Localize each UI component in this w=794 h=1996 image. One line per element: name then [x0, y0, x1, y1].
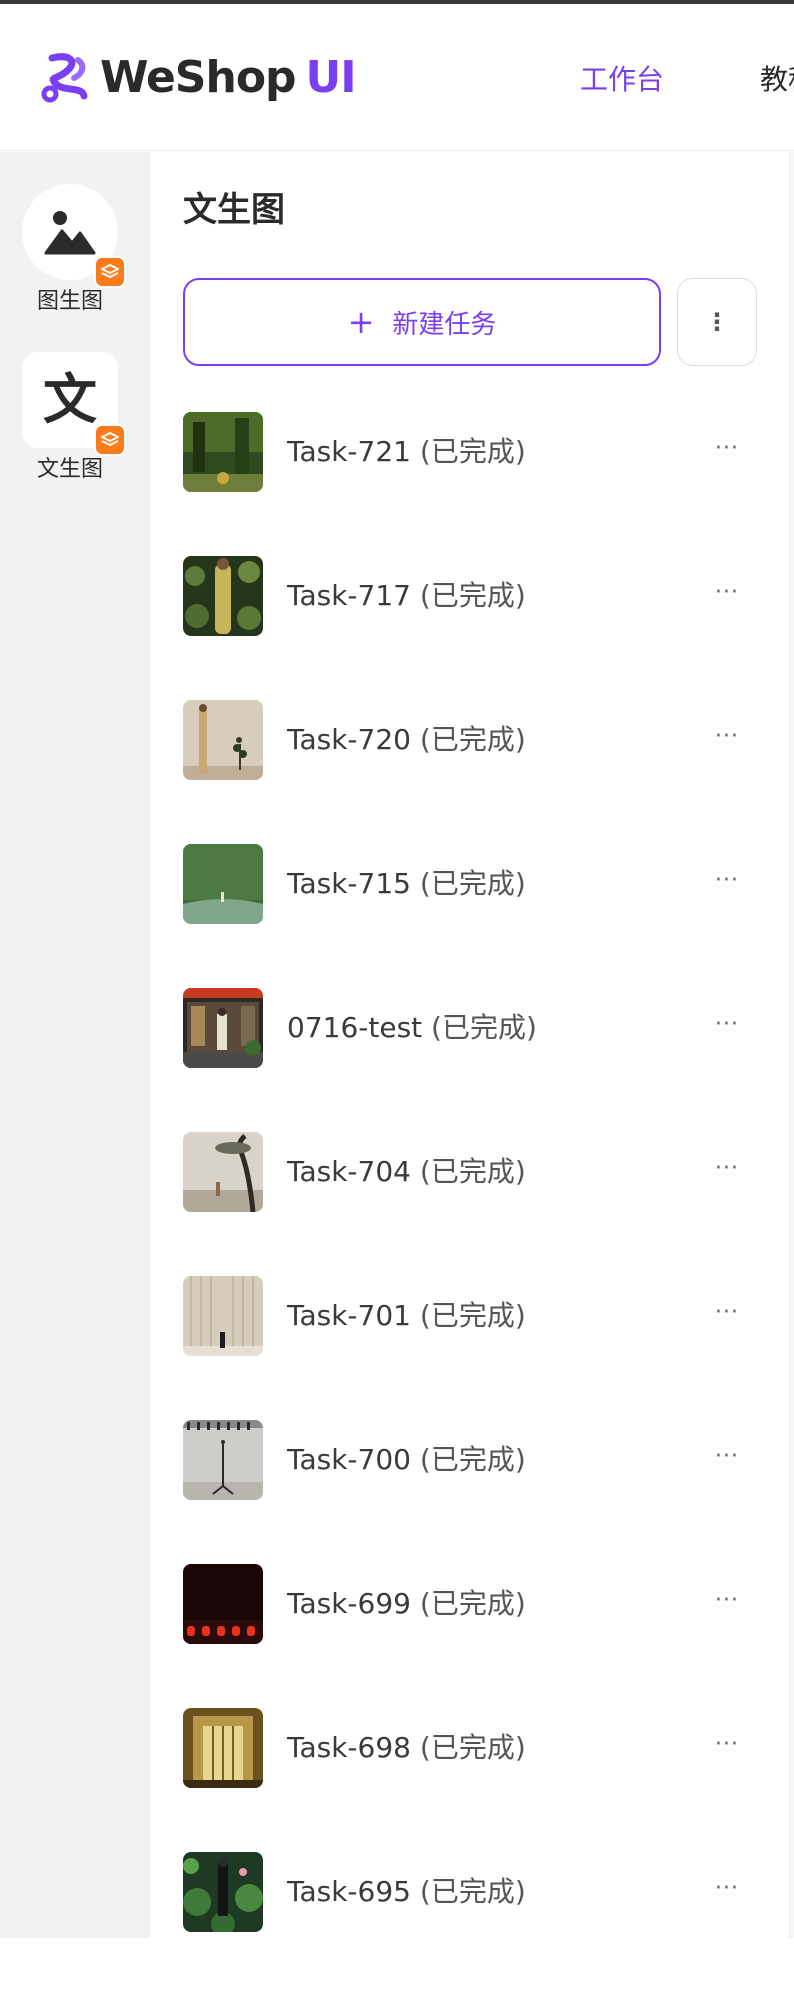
sidebar-item-text-to-image[interactable]: 文 文生图: [22, 352, 126, 484]
task-name: Task-720 (已完成): [287, 723, 526, 756]
row-more-icon[interactable]: ···: [715, 1012, 739, 1037]
task-row[interactable]: Task-701 (已完成) ···: [183, 1276, 757, 1420]
task-status: (已完成): [419, 1155, 526, 1188]
task-row[interactable]: Task-717 (已完成) ···: [183, 556, 757, 700]
task-thumbnail: [183, 988, 263, 1068]
row-more-icon[interactable]: ···: [715, 1300, 739, 1325]
nav-workbench[interactable]: 工作台: [580, 60, 664, 100]
task-thumbnail: [183, 700, 263, 780]
app-header: WeShopUI 工作台 教程: [0, 4, 794, 151]
task-status: (已完成): [419, 1443, 526, 1476]
task-panel: 文生图 + 新建任务 ⋮ Task-721 (已完成) ··· Task-717…: [150, 152, 790, 1938]
layers-icon: [94, 424, 126, 456]
task-thumbnail: [183, 844, 263, 924]
weshop-logo-icon: [41, 53, 88, 103]
task-name: Task-704 (已完成): [287, 1155, 526, 1188]
task-thumbnail: [183, 1132, 263, 1212]
nav-tutorial[interactable]: 教程: [760, 60, 794, 100]
task-thumbnail: [183, 1708, 263, 1788]
more-options-button[interactable]: ⋮: [677, 278, 757, 366]
task-row[interactable]: 0716-test (已完成) ···: [183, 988, 757, 1132]
task-name: Task-699 (已完成): [287, 1587, 526, 1620]
plus-icon: +: [347, 303, 375, 341]
task-row[interactable]: Task-699 (已完成) ···: [183, 1564, 757, 1708]
row-more-icon[interactable]: ···: [715, 580, 739, 605]
page-title: 文生图: [183, 190, 285, 230]
task-status: (已完成): [419, 435, 526, 468]
row-more-icon[interactable]: ···: [715, 1732, 739, 1757]
task-name: Task-695 (已完成): [287, 1875, 526, 1908]
row-more-icon[interactable]: ···: [715, 868, 739, 893]
task-thumbnail: [183, 1276, 263, 1356]
task-name: Task-700 (已完成): [287, 1443, 526, 1476]
task-thumbnail: [183, 1420, 263, 1500]
task-thumbnail: [183, 1564, 263, 1644]
task-status: (已完成): [419, 579, 526, 612]
task-status: (已完成): [419, 1731, 526, 1764]
task-row[interactable]: Task-695 (已完成) ···: [183, 1852, 757, 1996]
row-more-icon[interactable]: ···: [715, 1876, 739, 1901]
task-status: (已完成): [419, 1875, 526, 1908]
row-more-icon[interactable]: ···: [715, 1588, 739, 1613]
row-more-icon[interactable]: ···: [715, 1444, 739, 1469]
sidebar-icon-wrapper: [22, 184, 126, 288]
new-task-button[interactable]: + 新建任务: [183, 278, 661, 366]
sidebar-item-label: 图生图: [36, 289, 103, 314]
logo-accent-text: UI: [305, 52, 357, 103]
layers-icon: [94, 256, 126, 288]
panel-edge: [789, 152, 794, 1938]
task-row[interactable]: Task-700 (已完成) ···: [183, 1420, 757, 1564]
sidebar-item-label: 文生图: [36, 457, 103, 482]
row-more-icon[interactable]: ···: [715, 436, 739, 461]
row-more-icon[interactable]: ···: [715, 724, 739, 749]
task-thumbnail: [183, 556, 263, 636]
task-thumbnail: [183, 412, 263, 492]
task-row[interactable]: Task-720 (已完成) ···: [183, 700, 757, 844]
task-status: (已完成): [431, 1011, 537, 1044]
wen-character-icon: 文: [43, 368, 97, 431]
sidebar: 图生图 文 文生图: [0, 152, 150, 1938]
logo[interactable]: WeShop UI: [38, 50, 357, 106]
mountain-image-icon: [44, 211, 96, 255]
task-status: (已完成): [419, 723, 526, 756]
task-status: (已完成): [419, 1587, 526, 1620]
task-status: (已完成): [419, 1299, 526, 1332]
task-status: (已完成): [419, 867, 526, 900]
task-name: 0716-test (已完成): [287, 1011, 537, 1044]
task-name: Task-701 (已完成): [287, 1299, 526, 1332]
task-name: Task-698 (已完成): [287, 1731, 526, 1764]
task-name: Task-721 (已完成): [287, 435, 526, 468]
task-list: Task-721 (已完成) ··· Task-717 (已完成) ··· Ta…: [183, 412, 757, 1996]
logo-text: WeShop UI: [100, 52, 357, 103]
task-name: Task-715 (已完成): [287, 867, 526, 900]
task-name: Task-717 (已完成): [287, 579, 526, 612]
sidebar-icon-wrapper: 文: [22, 352, 126, 456]
new-task-label: 新建任务: [392, 309, 497, 340]
task-row[interactable]: Task-715 (已完成) ···: [183, 844, 757, 988]
row-more-icon[interactable]: ···: [715, 1156, 739, 1181]
task-row[interactable]: Task-721 (已完成) ···: [183, 412, 757, 556]
task-thumbnail: [183, 1852, 263, 1932]
sidebar-item-image-to-image[interactable]: 图生图: [22, 184, 126, 316]
task-row[interactable]: Task-698 (已完成) ···: [183, 1708, 757, 1852]
task-row[interactable]: Task-704 (已完成) ···: [183, 1132, 757, 1276]
